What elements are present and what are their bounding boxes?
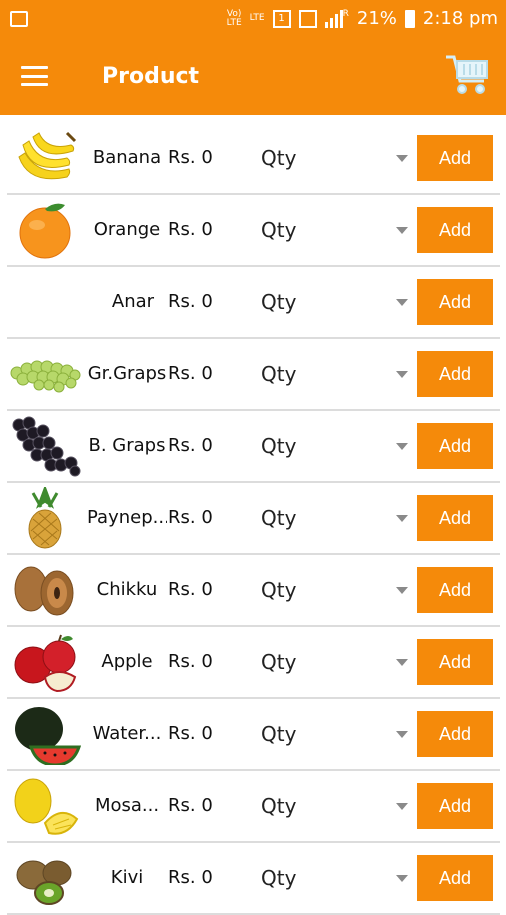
product-name: Water... <box>92 723 162 744</box>
qty-dropdown[interactable]: Qty <box>261 483 296 553</box>
qty-dropdown[interactable]: Qty <box>261 555 296 625</box>
product-row: Chikku Rs. 0 Qty Add <box>7 555 500 627</box>
product-row: Orange Rs. 0 Qty Add <box>7 195 500 267</box>
pineapple-icon <box>28 487 62 549</box>
product-price: Rs. 0 <box>168 291 213 312</box>
sd-card-icon <box>10 10 28 27</box>
product-name: Chikku <box>96 579 158 600</box>
apple-icon <box>14 634 77 693</box>
product-name: Orange <box>93 219 161 240</box>
qty-dropdown[interactable]: Qty <box>261 771 296 841</box>
product-name: Paynep... <box>87 507 167 528</box>
add-button[interactable]: Add <box>417 207 493 253</box>
signal-roaming: R <box>342 8 349 19</box>
add-button[interactable]: Add <box>417 639 493 685</box>
dropdown-arrow-icon[interactable] <box>396 227 408 234</box>
sim-number: 1 <box>278 13 285 24</box>
page-title: Product <box>102 63 200 89</box>
product-price: Rs. 0 <box>168 507 213 528</box>
product-name: B. Graps <box>88 435 166 456</box>
product-row: Kivi Rs. 0 Qty Add <box>7 843 500 915</box>
product-name: Banana <box>92 147 162 168</box>
menu-icon[interactable] <box>21 66 48 86</box>
status-bar: Vo) LTE LTE 1 R 21% 2:18 pm <box>0 0 506 37</box>
product-price: Rs. 0 <box>168 147 213 168</box>
dropdown-arrow-icon[interactable] <box>396 587 408 594</box>
watermelon-icon <box>15 707 81 765</box>
battery-percent: 21% <box>356 8 397 29</box>
product-name: Kivi <box>110 867 144 888</box>
product-row: Mosa... Rs. 0 Qty Add <box>7 771 500 843</box>
product-name: Anar <box>111 291 155 312</box>
dropdown-arrow-icon[interactable] <box>396 299 408 306</box>
battery-charging-icon <box>404 9 415 28</box>
product-row: Gr.Graps Rs. 0 Qty Add <box>7 339 500 411</box>
qty-dropdown[interactable]: Qty <box>261 843 296 913</box>
dropdown-arrow-icon[interactable] <box>396 803 408 810</box>
qty-dropdown[interactable]: Qty <box>261 411 296 481</box>
volte-bottom: LTE <box>226 17 242 28</box>
add-button[interactable]: Add <box>417 279 493 325</box>
add-button[interactable]: Add <box>417 423 493 469</box>
status-right: Vo) LTE LTE 1 R 21% 2:18 pm <box>227 8 498 29</box>
product-row: Apple Rs. 0 Qty Add <box>7 627 500 699</box>
product-price: Rs. 0 <box>168 435 213 456</box>
volte-indicator: Vo) LTE <box>226 9 242 28</box>
dropdown-arrow-icon[interactable] <box>396 875 408 882</box>
app-bar: Product <box>0 37 506 115</box>
product-name: Mosa... <box>94 795 160 816</box>
qty-dropdown[interactable]: Qty <box>261 267 296 337</box>
dropdown-arrow-icon[interactable] <box>396 155 408 162</box>
banana-icon <box>18 131 77 180</box>
product-price: Rs. 0 <box>168 867 213 888</box>
product-price: Rs. 0 <box>168 363 213 384</box>
product-price: Rs. 0 <box>168 723 213 744</box>
lte-indicator: LTE <box>250 14 265 23</box>
qty-dropdown[interactable]: Qty <box>261 339 296 409</box>
status-left <box>10 10 28 27</box>
product-row: Water... Rs. 0 Qty Add <box>7 699 500 771</box>
dropdown-arrow-icon[interactable] <box>396 659 408 666</box>
dropdown-arrow-icon[interactable] <box>396 515 408 522</box>
green-grapes-icon <box>10 360 81 393</box>
product-name: Apple <box>101 651 153 672</box>
product-price: Rs. 0 <box>168 651 213 672</box>
product-row: Anar Rs. 0 Qty Add <box>7 267 500 339</box>
product-row: B. Graps Rs. 0 Qty Add <box>7 411 500 483</box>
product-name: Gr.Graps <box>87 363 167 384</box>
lte-label: LTE <box>249 13 265 23</box>
mosambi-icon <box>14 778 79 835</box>
product-row: Banana Rs. 0 Qty Add <box>7 123 500 195</box>
sim-icon: 1 <box>272 9 291 28</box>
black-grapes-icon <box>12 416 81 477</box>
add-button[interactable]: Add <box>417 783 493 829</box>
add-button[interactable]: Add <box>417 567 493 613</box>
qty-dropdown[interactable]: Qty <box>261 627 296 697</box>
add-button[interactable]: Add <box>417 351 493 397</box>
product-list: Banana Rs. 0 Qty Add Orange Rs. 0 Qty Ad… <box>7 123 500 915</box>
dropdown-arrow-icon[interactable] <box>396 731 408 738</box>
product-row: Paynep... Rs. 0 Qty Add <box>7 483 500 555</box>
dropdown-arrow-icon[interactable] <box>396 371 408 378</box>
product-price: Rs. 0 <box>168 579 213 600</box>
signal-icon <box>324 9 343 28</box>
product-image-empty <box>9 271 81 333</box>
chikku-icon <box>14 566 74 616</box>
orange-icon <box>19 203 71 259</box>
product-price: Rs. 0 <box>168 219 213 240</box>
no-signal-icon <box>298 9 317 28</box>
dropdown-arrow-icon[interactable] <box>396 443 408 450</box>
add-button[interactable]: Add <box>417 711 493 757</box>
product-price: Rs. 0 <box>168 795 213 816</box>
add-button[interactable]: Add <box>417 855 493 901</box>
qty-dropdown[interactable]: Qty <box>261 195 296 265</box>
add-button[interactable]: Add <box>417 495 493 541</box>
status-time: 2:18 pm <box>422 8 498 29</box>
add-button[interactable]: Add <box>417 135 493 181</box>
qty-dropdown[interactable]: Qty <box>261 699 296 769</box>
qty-dropdown[interactable]: Qty <box>261 123 296 193</box>
cart-icon[interactable] <box>444 51 492 97</box>
